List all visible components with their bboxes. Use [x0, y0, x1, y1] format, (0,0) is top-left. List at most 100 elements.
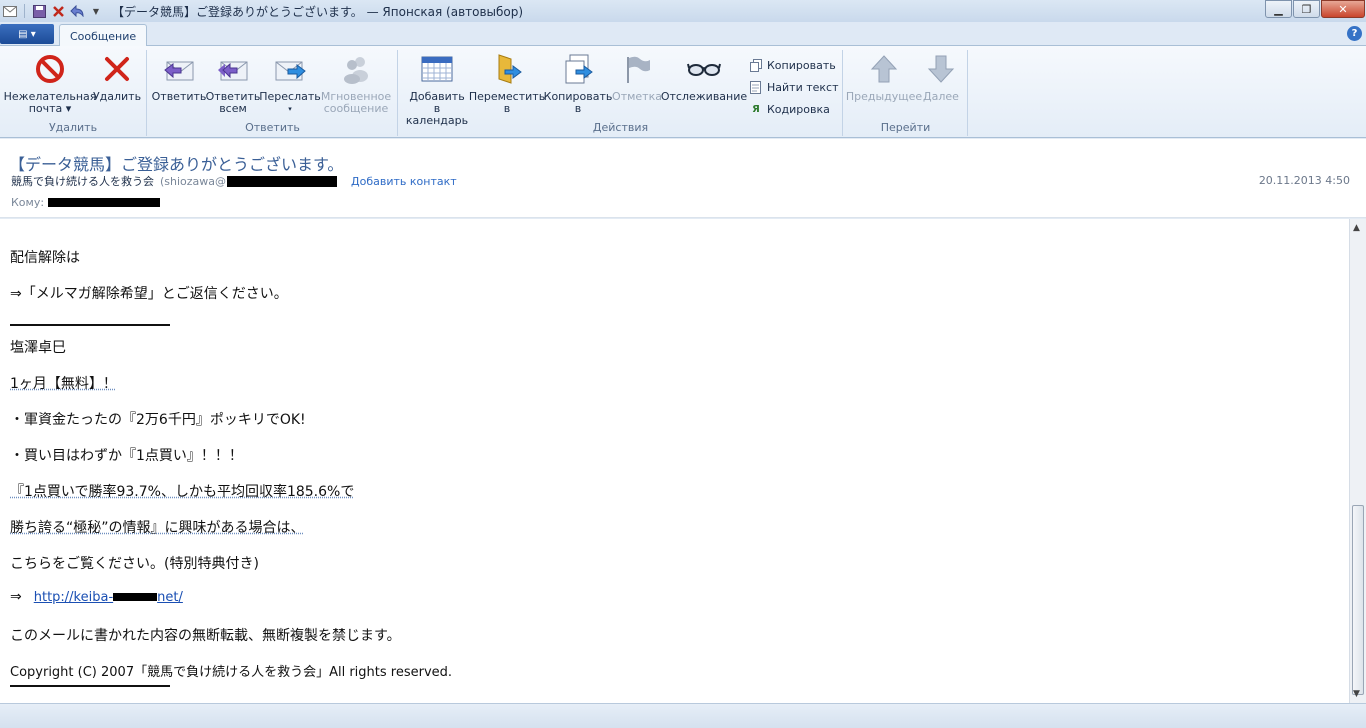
encoding-button[interactable]: Я Кодировка: [749, 102, 830, 116]
next-label: Далее: [923, 90, 959, 103]
scroll-thumb[interactable]: [1352, 505, 1364, 695]
move-label-2: в: [503, 102, 511, 115]
window-controls: ▁ ❐ ✕: [1265, 0, 1366, 18]
forward-label: Переслать: [259, 90, 321, 103]
delete-button[interactable]: Удалить: [92, 52, 142, 103]
body-line: このメールに書かれた内容の無断転載、無断複製を禁じます。: [10, 628, 401, 644]
reply-button[interactable]: Ответить: [152, 52, 206, 103]
add-contact-link[interactable]: Добавить контакт: [351, 175, 457, 188]
redacted-block: [48, 198, 161, 207]
reply-all-icon: [215, 52, 251, 86]
encoding-icon: Я: [752, 103, 760, 115]
body-line: 『1点買いで勝率93.7%、しかも平均回収率185.6%で: [10, 484, 355, 500]
menu-icon: ▤ ▾: [18, 28, 36, 40]
forward-button[interactable]: Переслать ▾: [259, 52, 321, 115]
find-text-icon: [749, 80, 763, 94]
flag-button[interactable]: Отметка: [611, 52, 663, 103]
arrow-down-icon: [923, 52, 959, 86]
watch-button[interactable]: Отслеживание: [661, 52, 747, 103]
add-to-calendar-button[interactable]: Добавить в календарь: [405, 52, 469, 127]
minimize-button[interactable]: ▁: [1265, 0, 1292, 18]
redacted-block: [113, 593, 158, 601]
group-label-navigate: Перейти: [880, 121, 931, 134]
forward-dropdown-label: ▾: [288, 105, 292, 113]
body-line: こちらをご覧ください。(特別特典付き): [10, 556, 259, 572]
glasses-icon: [686, 52, 722, 86]
forward-icon: [272, 52, 308, 86]
title-bar: ▼ 【データ競馬】ご登録ありがとうございます。 — Японская (авто…: [0, 0, 1366, 22]
copy-label: Копировать: [767, 58, 836, 72]
move-to-button[interactable]: Переместить в: [469, 52, 545, 115]
scroll-up-icon[interactable]: ▲: [1353, 223, 1360, 233]
reply-icon: [161, 52, 197, 86]
move-folder-icon: [489, 52, 525, 86]
instant-message-button[interactable]: Мгновенное сообщение: [320, 52, 392, 115]
body-line: ⇒「メルマガ解除希望」とご返信ください。: [10, 286, 288, 302]
divider: [10, 685, 170, 687]
to-label: Кому:: [11, 196, 45, 209]
message-body: 配信解除は ⇒「メルマガ解除希望」とご返信ください。 塩澤卓巳 1ヶ月【無料】！…: [0, 219, 1349, 703]
window-title: 【データ競馬】ご登録ありがとうございます。 — Японская (автовы…: [112, 4, 524, 19]
group-actions: Добавить в календарь Переместить в Копир…: [399, 50, 843, 136]
instant-message-label-2: сообщение: [323, 102, 389, 115]
body-line: ・買い目はわずか『1点買い』！！！: [10, 448, 243, 464]
find-text-button[interactable]: Найти текст: [749, 80, 839, 94]
save-icon[interactable]: [31, 3, 47, 19]
group-label-reply: Ответить: [245, 121, 300, 134]
arrow-symbol: ⇒: [10, 589, 22, 605]
find-text-label: Найти текст: [767, 80, 839, 94]
arrow-up-icon: [866, 52, 902, 86]
flag-label: Отметка: [612, 90, 662, 103]
junk-mail-label-2: почта ▾: [28, 102, 72, 115]
link-text-end: net/: [157, 589, 183, 605]
group-label-actions: Действия: [592, 121, 649, 134]
body-line: 1ヶ月【無料】！: [10, 376, 117, 392]
body-line: ・軍資金たったの『2万6千円』ポッキリでOK!: [10, 412, 306, 428]
instant-message-icon: [338, 52, 374, 86]
junk-mail-icon: [32, 52, 68, 86]
reply-quick-icon[interactable]: [69, 3, 85, 19]
link-text-start: http://keiba-: [33, 589, 114, 605]
copy-to-button[interactable]: Копировать в: [544, 52, 612, 115]
from-line: 競馬で負け続ける人を救う会 (shiozawa@ Добавить контак…: [11, 173, 457, 189]
body-link[interactable]: http://keiba-net/: [34, 590, 183, 605]
sender-name[interactable]: 競馬で負け続ける人を救う会: [11, 173, 154, 189]
status-bar: [0, 703, 1366, 728]
vertical-scrollbar[interactable]: ▲ ▼: [1349, 219, 1366, 703]
ribbon-tab-row: ▤ ▾ Сообщение ?: [0, 22, 1366, 47]
tab-message[interactable]: Сообщение: [59, 24, 148, 47]
reply-all-button[interactable]: Ответить всем: [206, 52, 260, 115]
body-line: 勝ち誇る“極秘”の情報』に興味がある場合は、: [10, 520, 305, 536]
previous-button[interactable]: Предыдущее: [845, 52, 923, 103]
encoding-label: Кодировка: [767, 102, 830, 116]
body-line: 塩澤卓巳: [10, 340, 66, 356]
junk-mail-button[interactable]: Нежелательная почта ▾: [4, 52, 96, 115]
close-button[interactable]: ✕: [1321, 0, 1365, 18]
reply-all-label-2: всем: [219, 102, 247, 115]
group-navigate: Предыдущее Далее Перейти: [844, 50, 968, 136]
delete-icon[interactable]: [50, 3, 66, 19]
ribbon: Нежелательная почта ▾ Удалить Удалить От…: [0, 46, 1366, 138]
next-button[interactable]: Далее: [920, 52, 962, 103]
redacted-block: [227, 175, 338, 187]
delete-label: Удалить: [92, 90, 142, 103]
delete-x-icon: [99, 52, 135, 86]
maximize-button[interactable]: ❐: [1293, 0, 1320, 18]
message-header: 【データ競馬】ご登録ありがとうございます。 競馬で負け続ける人を救う会 (shi…: [0, 139, 1366, 218]
copy-to-label-2: в: [574, 102, 582, 115]
scroll-down-icon[interactable]: ▼: [1353, 689, 1360, 699]
help-icon[interactable]: ?: [1347, 26, 1362, 41]
group-reply: Ответить Ответить всем Переслать ▾ Мгнов…: [148, 50, 398, 136]
quick-access-toolbar: ▼: [0, 3, 104, 19]
copy-button[interactable]: Копировать: [749, 58, 836, 72]
mail-icon[interactable]: [2, 3, 18, 19]
copy-icon: [749, 58, 763, 72]
app-menu-button[interactable]: ▤ ▾: [0, 24, 54, 44]
body-line: Copyright (C) 2007「競馬で負け続ける人を救う会」All rig…: [10, 665, 453, 680]
copy-doc-icon: [560, 52, 596, 86]
customize-dropdown-icon[interactable]: ▼: [88, 3, 104, 19]
reply-label: Ответить: [151, 90, 207, 103]
to-line: Кому:: [11, 196, 161, 209]
previous-label: Предыдущее: [845, 90, 923, 103]
group-label-delete: Удалить: [48, 121, 98, 134]
